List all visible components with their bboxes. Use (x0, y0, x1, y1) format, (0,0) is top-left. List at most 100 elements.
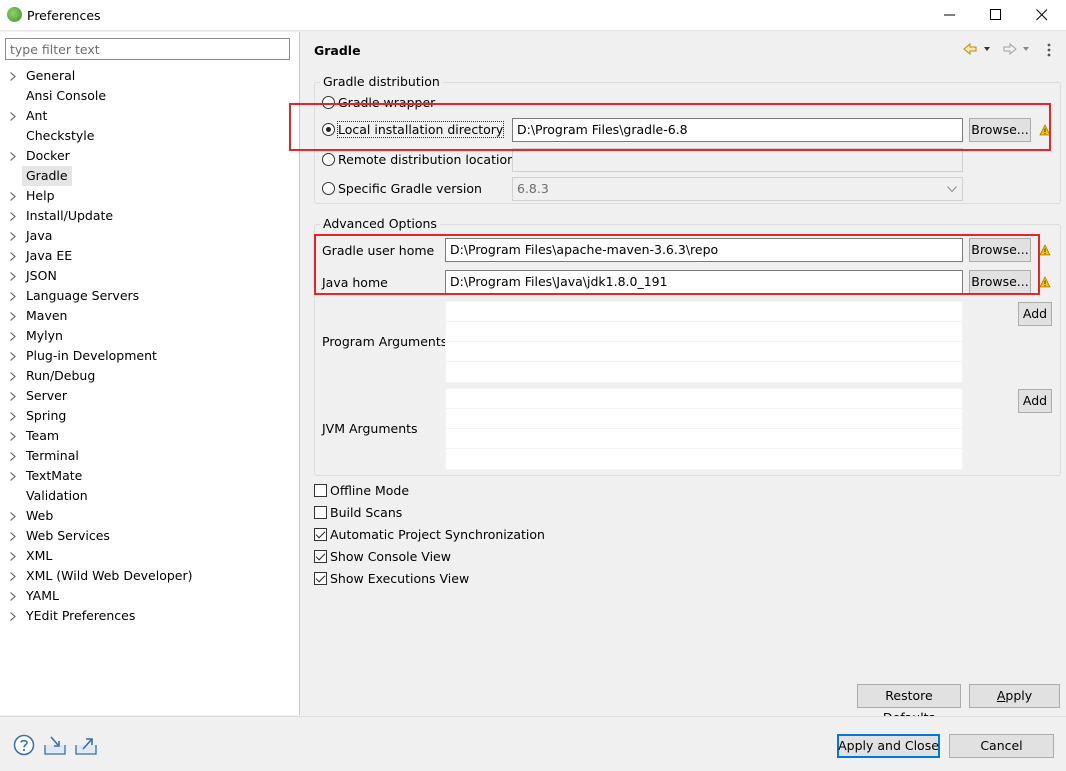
minimize-icon (944, 14, 955, 16)
cancel-button[interactable]: Cancel (949, 734, 1054, 758)
chevron-right-icon[interactable] (10, 572, 16, 581)
chevron-right-icon[interactable] (10, 592, 16, 601)
chevron-right-icon[interactable] (10, 72, 16, 81)
auto-sync-option[interactable]: Automatic Project Synchronization (314, 526, 545, 544)
show-executions-checkbox[interactable] (314, 572, 327, 585)
program-arguments-list[interactable] (445, 301, 963, 383)
local-browse-button[interactable]: Browse... (969, 118, 1031, 142)
tree-item[interactable]: Language Servers (0, 286, 300, 306)
chevron-right-icon[interactable] (10, 192, 16, 201)
export-icon[interactable] (74, 736, 98, 756)
auto-sync-checkbox[interactable] (314, 528, 327, 541)
remote-distribution-radio[interactable] (322, 153, 335, 166)
apply-and-close-button[interactable]: Apply and Close (837, 734, 940, 758)
tree-item[interactable]: Plug-in Development (0, 346, 300, 366)
warning-icon (1039, 124, 1051, 136)
tree-item[interactable]: Web (0, 506, 300, 526)
tree-item[interactable]: Help (0, 186, 300, 206)
restore-defaults-button[interactable]: Restore Defaults (857, 684, 961, 725)
chevron-right-icon[interactable] (10, 292, 16, 301)
tree-item[interactable]: XML (0, 546, 300, 566)
chevron-right-icon[interactable] (10, 512, 16, 521)
apply-button[interactable]: Apply (969, 684, 1060, 708)
tree-item[interactable]: Team (0, 426, 300, 446)
java-home-browse-button[interactable]: Browse... (969, 270, 1031, 294)
local-installation-input[interactable]: D:\Program Files\gradle-6.8 (512, 118, 963, 142)
chevron-right-icon[interactable] (10, 352, 16, 361)
program-arguments-label: Program Arguments (322, 334, 448, 349)
tree-item-label: YEdit Preferences (26, 608, 136, 623)
offline-mode-option[interactable]: Offline Mode (314, 482, 409, 500)
show-executions-option[interactable]: Show Executions View (314, 570, 469, 588)
local-installation-option[interactable]: Local installation directory (322, 120, 505, 140)
tree-item[interactable]: Java EE (0, 246, 300, 266)
tree-item-label: Team (26, 428, 60, 443)
tree-item[interactable]: YEdit Preferences (0, 606, 300, 626)
offline-mode-checkbox[interactable] (314, 484, 327, 497)
gradle-wrapper-option[interactable]: Gradle wrapper (322, 93, 435, 113)
tree-item[interactable]: Docker (0, 146, 300, 166)
build-scans-checkbox[interactable] (314, 506, 327, 519)
jvm-arguments-list[interactable] (445, 388, 963, 470)
tree-item[interactable]: Install/Update (0, 206, 300, 226)
chevron-right-icon[interactable] (10, 532, 16, 541)
advanced-options-group-label: Advanced Options (320, 216, 440, 231)
chevron-right-icon[interactable] (10, 312, 16, 321)
tree-item[interactable]: YAML (0, 586, 300, 606)
chevron-right-icon[interactable] (10, 272, 16, 281)
show-console-checkbox[interactable] (314, 550, 327, 563)
java-home-input[interactable]: D:\Program Files\Java\jdk1.8.0_191 (445, 270, 963, 294)
show-console-option[interactable]: Show Console View (314, 548, 451, 566)
specific-version-select[interactable]: 6.8.3 (512, 177, 963, 201)
local-installation-radio[interactable] (322, 123, 335, 136)
import-icon[interactable] (43, 736, 67, 756)
chevron-right-icon[interactable] (10, 472, 16, 481)
tree-item[interactable]: Maven (0, 306, 300, 326)
add-program-argument-button[interactable]: Add (1018, 302, 1052, 326)
tree-item[interactable]: XML (Wild Web Developer) (0, 566, 300, 586)
chevron-right-icon[interactable] (10, 152, 16, 161)
minimize-button[interactable] (928, 0, 974, 31)
chevron-right-icon[interactable] (10, 452, 16, 461)
tree-item[interactable]: Java (0, 226, 300, 246)
maximize-button[interactable] (974, 0, 1020, 31)
tree-item[interactable]: Web Services (0, 526, 300, 546)
build-scans-option[interactable]: Build Scans (314, 504, 402, 522)
tree-item[interactable]: Spring (0, 406, 300, 426)
chevron-right-icon[interactable] (10, 332, 16, 341)
specific-version-radio[interactable] (322, 182, 335, 195)
tree-item[interactable]: JSON (0, 266, 300, 286)
chevron-right-icon[interactable] (10, 392, 16, 401)
chevron-right-icon[interactable] (10, 432, 16, 441)
gradle-wrapper-radio[interactable] (322, 96, 335, 109)
tree-item[interactable]: General (0, 66, 300, 86)
tree-item[interactable]: Run/Debug (0, 366, 300, 386)
tree-item[interactable]: Terminal (0, 446, 300, 466)
chevron-right-icon[interactable] (10, 412, 16, 421)
close-button[interactable] (1020, 0, 1066, 31)
chevron-right-icon[interactable] (10, 372, 16, 381)
tree-item[interactable]: Mylyn (0, 326, 300, 346)
remote-distribution-option[interactable]: Remote distribution location (322, 150, 515, 170)
filter-input[interactable] (5, 38, 290, 60)
specific-version-option[interactable]: Specific Gradle version (322, 179, 482, 199)
tree-item[interactable]: Ant (0, 106, 300, 126)
add-jvm-argument-button[interactable]: Add (1018, 389, 1052, 413)
tree-item[interactable]: Checkstyle (0, 126, 300, 146)
help-icon[interactable] (13, 734, 35, 756)
gradle-user-home-input[interactable]: D:\Program Files\apache-maven-3.6.3\repo (445, 238, 963, 262)
tree-item[interactable]: Server (0, 386, 300, 406)
chevron-right-icon[interactable] (10, 212, 16, 221)
remote-distribution-input[interactable] (512, 148, 963, 172)
chevron-right-icon[interactable] (10, 552, 16, 561)
chevron-right-icon[interactable] (10, 252, 16, 261)
tree-item[interactable]: Gradle (0, 166, 300, 186)
chevron-right-icon[interactable] (10, 612, 16, 621)
tree-item-label: Language Servers (26, 288, 140, 303)
chevron-right-icon[interactable] (10, 232, 16, 241)
tree-item[interactable]: Ansi Console (0, 86, 300, 106)
tree-item[interactable]: TextMate (0, 466, 300, 486)
tree-item[interactable]: Validation (0, 486, 300, 506)
chevron-right-icon[interactable] (10, 112, 16, 121)
user-home-browse-button[interactable]: Browse... (969, 238, 1031, 262)
